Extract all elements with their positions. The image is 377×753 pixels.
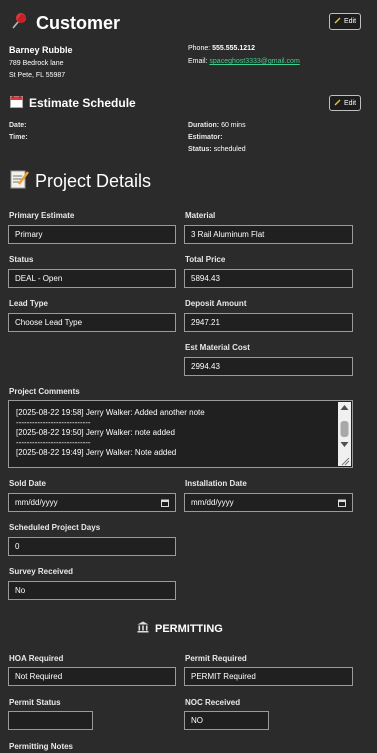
deposit-input[interactable]: 2947.21 — [184, 313, 353, 332]
time-label: Time: — [9, 134, 28, 141]
customer-name: Barney Rubble — [9, 45, 73, 55]
schedule-status-label: Status: — [188, 146, 212, 153]
comment-line: [2025-08-22 19:49] Jerry Walker: Note ad… — [16, 448, 177, 457]
comment-divider: ---------------------------- — [16, 418, 91, 427]
install-date-placeholder: mm/dd/yyyy — [191, 498, 234, 507]
customer-edit-button[interactable]: Edit — [329, 13, 361, 30]
project-header: Project Details — [10, 169, 151, 194]
primary-estimate-select[interactable]: Primary — [8, 225, 176, 244]
comments-textarea[interactable]: [2025-08-22 19:58] Jerry Walker: Added a… — [8, 400, 353, 468]
calendar-icon — [10, 95, 23, 111]
install-date-input[interactable]: mm/dd/yyyy — [184, 493, 353, 512]
pencil-icon — [334, 17, 341, 26]
install-date-label: Installation Date — [185, 479, 247, 488]
sold-date-input[interactable]: mm/dd/yyyy — [8, 493, 176, 512]
total-price-label: Total Price — [185, 255, 226, 264]
total-price-input[interactable]: 5894.43 — [184, 269, 353, 288]
status-row: Status: scheduled — [188, 146, 246, 153]
schedule-title: Estimate Schedule — [29, 96, 136, 110]
schedule-status-value: scheduled — [213, 146, 246, 153]
noc-select[interactable]: NO — [184, 711, 269, 730]
phone-label: Phone: — [188, 45, 211, 52]
permit-status-label: Permit Status — [9, 698, 61, 707]
edit-label: Edit — [343, 99, 357, 107]
status-select[interactable]: DEAL - Open — [8, 269, 176, 288]
sched-days-label: Scheduled Project Days — [9, 523, 101, 532]
calendar-icon[interactable] — [338, 499, 346, 507]
duration-label: Duration: — [188, 122, 220, 129]
lead-type-label: Lead Type — [9, 299, 48, 308]
survey-select[interactable]: No — [8, 581, 176, 600]
sold-date-label: Sold Date — [9, 479, 46, 488]
comment-divider: ---------------------------- — [16, 438, 91, 447]
duration-row: Duration: 60 mins — [188, 122, 246, 129]
hoa-label: HOA Required — [9, 654, 64, 663]
pushpin-icon — [10, 11, 30, 36]
sold-date-placeholder: mm/dd/yyyy — [15, 498, 58, 507]
permit-required-label: Permit Required — [185, 654, 247, 663]
permitting-title: PERMITTING — [155, 622, 223, 635]
permitting-header: PERMITTING — [137, 621, 223, 636]
classical-building-icon — [137, 621, 149, 636]
customer-address-line1: 789 Bedrock lane — [9, 60, 64, 67]
memo-icon — [10, 169, 29, 194]
email-label: Email: — [188, 58, 208, 65]
project-title: Project Details — [35, 171, 152, 191]
status-label: Status — [9, 255, 34, 264]
customer-address-line2: St Pete, FL 55987 — [9, 72, 66, 79]
noc-label: NOC Received — [185, 698, 241, 707]
schedule-edit-button[interactable]: Edit — [329, 95, 361, 111]
phone-row: Phone: 555.555.1212 — [188, 45, 255, 52]
lead-type-select[interactable]: Choose Lead Type — [8, 313, 176, 332]
hoa-select[interactable]: Not Required — [8, 667, 176, 686]
estimator-label: Estimator: — [188, 134, 223, 141]
phone-value: 555.555.1212 — [212, 45, 255, 52]
duration-value: 60 mins — [221, 122, 246, 129]
deposit-label: Deposit Amount — [185, 299, 247, 308]
primary-estimate-label: Primary Estimate — [9, 211, 75, 220]
customer-header: Customer — [10, 11, 120, 36]
date-label: Date: — [9, 122, 27, 129]
survey-label: Survey Received — [9, 567, 74, 576]
email-row: Email: spaceghost3333@gmail.com — [188, 58, 300, 65]
comments-label: Project Comments — [9, 387, 80, 396]
comments-scrollbar[interactable] — [338, 402, 351, 466]
customer-title: Customer — [36, 13, 121, 33]
est-material-input[interactable]: 2994.43 — [184, 357, 353, 376]
sched-days-input[interactable]: 0 — [8, 537, 176, 556]
edit-label: Edit — [343, 18, 357, 25]
email-link[interactable]: spaceghost3333@gmail.com — [209, 58, 299, 65]
material-input[interactable]: 3 Rail Aluminum Flat — [184, 225, 353, 244]
material-label: Material — [185, 211, 216, 220]
permitting-notes-label: Permitting Notes — [9, 742, 74, 751]
pencil-icon — [334, 99, 341, 108]
est-material-label: Est Material Cost — [185, 343, 250, 352]
permit-status-input[interactable] — [8, 711, 93, 730]
permit-required-select[interactable]: PERMIT Required — [184, 667, 353, 686]
schedule-header: Estimate Schedule — [10, 95, 136, 111]
calendar-icon[interactable] — [161, 499, 169, 507]
